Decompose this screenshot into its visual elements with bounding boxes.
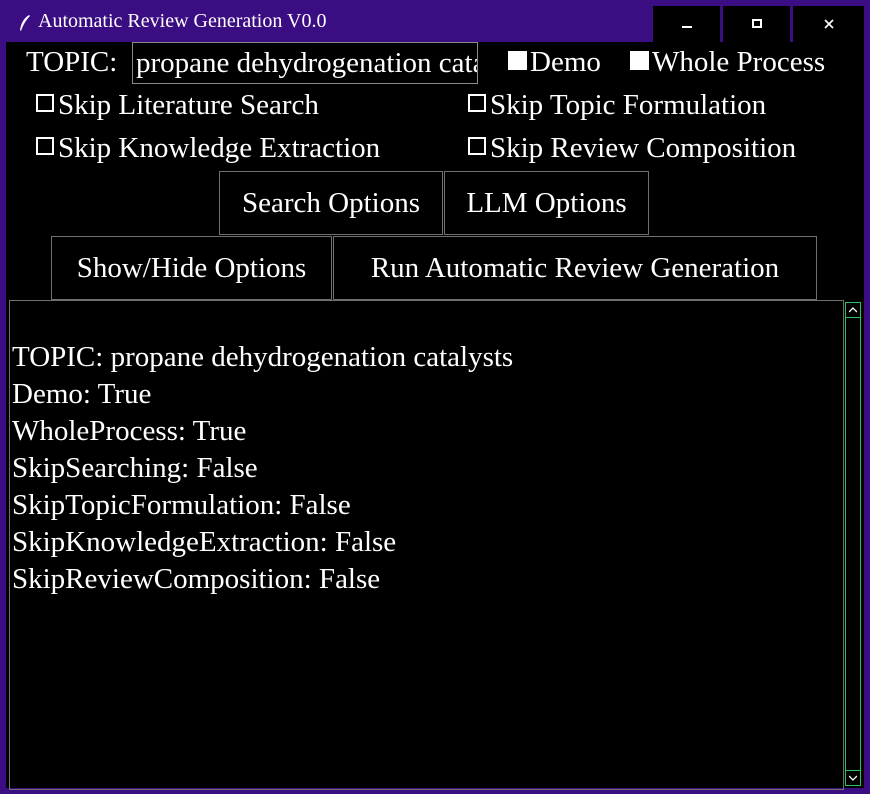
- demo-checkbox[interactable]: Demo: [508, 46, 601, 79]
- close-icon: [823, 19, 834, 29]
- title-bar[interactable]: Automatic Review Generation V0.0: [6, 6, 864, 42]
- output-log-text: TOPIC: propane dehydrogenation catalysts…: [12, 341, 514, 595]
- close-button[interactable]: [792, 6, 864, 42]
- run-review-generation-button[interactable]: Run Automatic Review Generation: [333, 236, 817, 300]
- maximize-button[interactable]: [722, 6, 790, 42]
- topic-input[interactable]: propane dehydrogenation catalysts: [132, 42, 478, 84]
- scroll-down-icon[interactable]: [846, 770, 860, 785]
- skip-review-composition-checkbox[interactable]: Skip Review Composition: [468, 132, 796, 165]
- skip-literature-search-label: Skip Literature Search: [58, 89, 319, 121]
- skip-review-composition-label: Skip Review Composition: [490, 132, 797, 164]
- llm-options-button[interactable]: LLM Options: [444, 171, 649, 235]
- output-log[interactable]: TOPIC: propane dehydrogenation catalysts…: [9, 300, 844, 790]
- skip-literature-search-checkbox[interactable]: Skip Literature Search: [36, 89, 319, 122]
- skip-topic-formulation-checkbox[interactable]: Skip Topic Formulation: [468, 89, 766, 122]
- minimize-button[interactable]: [652, 6, 720, 42]
- skip-literature-search-box[interactable]: [36, 94, 54, 112]
- minimize-icon: [681, 26, 692, 28]
- output-scrollbar[interactable]: [845, 302, 861, 786]
- skip-knowledge-extraction-box[interactable]: [36, 137, 54, 155]
- feather-icon: [20, 15, 30, 31]
- demo-label: Demo: [530, 46, 601, 78]
- maximize-icon: [751, 19, 762, 28]
- search-options-button[interactable]: Search Options: [219, 171, 443, 235]
- whole-process-checkbox-box[interactable]: [630, 51, 649, 70]
- window-title: Automatic Review Generation V0.0: [38, 10, 327, 32]
- skip-knowledge-extraction-label: Skip Knowledge Extraction: [58, 132, 381, 164]
- topic-label: TOPIC:: [26, 46, 118, 78]
- topic-input-value: propane dehydrogenation catalysts: [136, 47, 477, 79]
- scroll-up-icon[interactable]: [846, 303, 860, 318]
- skip-topic-formulation-label: Skip Topic Formulation: [490, 89, 767, 121]
- skip-review-composition-box[interactable]: [468, 137, 486, 155]
- whole-process-label: Whole Process: [652, 46, 826, 78]
- demo-checkbox-box[interactable]: [508, 51, 527, 70]
- app-window: Automatic Review Generation V0.0 TOPIC: …: [0, 0, 870, 794]
- show-hide-options-button[interactable]: Show/Hide Options: [51, 236, 332, 300]
- skip-topic-formulation-box[interactable]: [468, 94, 486, 112]
- skip-knowledge-extraction-checkbox[interactable]: Skip Knowledge Extraction: [36, 132, 380, 165]
- whole-process-checkbox[interactable]: Whole Process: [630, 46, 825, 79]
